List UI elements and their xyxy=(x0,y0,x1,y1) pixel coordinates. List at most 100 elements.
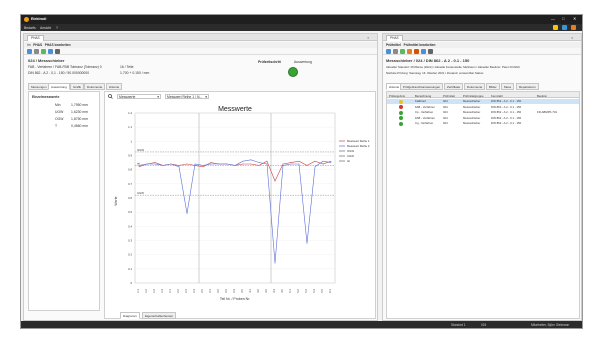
kennwert-value: 1,6230 mm xyxy=(71,110,88,114)
kennwert-value: 1,8750 mm xyxy=(71,117,88,121)
tab-historie[interactable]: Historie xyxy=(106,83,123,90)
column-header[interactable]: Kennzahl xyxy=(491,94,503,98)
edit-icon[interactable] xyxy=(48,49,53,54)
line-chart: Messwerte Teil Nr. / Proben Nr. Werte OG… xyxy=(114,106,370,301)
phas-pane: PHAS ✕ Im PHAS PHAS bearbeiten 024 / Mes… xyxy=(23,33,378,321)
close-button[interactable]: ✕ xyxy=(573,16,576,21)
save-icon[interactable] xyxy=(386,49,391,54)
tab-eigenschaftenfenster[interactable]: Eigenschaftenfenster xyxy=(142,312,177,319)
undo-icon[interactable] xyxy=(393,49,398,54)
search-icon[interactable] xyxy=(108,94,113,99)
table-cell: Messschieber xyxy=(463,104,481,109)
tab-pruefmittel[interactable]: PHAS xyxy=(386,35,403,41)
y-tick-label: 0.2 xyxy=(128,253,132,257)
data-point xyxy=(162,165,164,166)
table-cell: Messschieber xyxy=(463,110,481,114)
kennwert-label: T xyxy=(55,124,58,128)
breadcrumb-item[interactable]: Prüfmittel bearbeiten xyxy=(404,43,436,47)
data-point xyxy=(202,165,204,166)
chart-bottom-tabs: Diagramm Eigenschaftenfenster xyxy=(120,312,220,319)
add-icon[interactable] xyxy=(400,49,405,54)
data-point xyxy=(258,162,260,163)
minimize-button[interactable]: — xyxy=(551,16,555,21)
table-cell: 024 xyxy=(443,121,448,125)
table-row[interactable]: Kalibriert 024 Messschieber DIN 862 - A 2 -… xyxy=(387,99,579,104)
x-tick-label: 2.2 xyxy=(177,289,180,293)
page-title: 024 / Messschieber xyxy=(28,58,65,63)
tab-dokumente[interactable]: Dokumente xyxy=(84,83,106,90)
undo-icon[interactable] xyxy=(34,49,39,54)
menu-item-help[interactable]: ? xyxy=(56,26,58,30)
menu-bar: Bedarfs Ansicht ? xyxy=(21,24,582,31)
x-tick-label: 1.2 xyxy=(145,289,148,293)
tab-diagramm[interactable]: Diagramm xyxy=(120,312,140,319)
print-icon[interactable] xyxy=(55,49,60,54)
tab-auswertung[interactable]: Auswertung xyxy=(48,83,70,90)
pane-close-icon[interactable]: ✕ xyxy=(367,36,370,40)
column-header[interactable]: Bezeichnung xyxy=(415,94,431,98)
tool-icon[interactable] xyxy=(407,49,412,54)
tolerance-spec: 1.700 + 0.150 / mm xyxy=(120,71,150,75)
print-icon[interactable] xyxy=(428,49,433,54)
breadcrumb-item[interactable]: PHAS xyxy=(33,43,42,47)
data-point xyxy=(138,166,140,168)
column-header[interactable]: Prüfmittelgruppe xyxy=(463,94,484,98)
x-tick-label: 3.1 xyxy=(209,289,212,293)
tab-zertifikate[interactable]: Zertifikate xyxy=(444,83,464,90)
user-icon[interactable] xyxy=(562,25,567,30)
tab-grafik[interactable]: Grafik xyxy=(70,83,85,90)
history-grid: Prüfergebnis Bezeichnung Prüfmittel Prüf… xyxy=(386,91,580,319)
data-point xyxy=(330,160,332,162)
gauge-spec: DIN 862 - A 2 - 0,1 - 150 / 50.000000000 xyxy=(28,71,90,75)
chart-type-select[interactable]: Messwerte ▾ xyxy=(117,94,161,99)
x-tick-label: 4.2 xyxy=(257,289,260,293)
tab-mess[interactable]: Mess xyxy=(501,83,515,90)
breadcrumb-item[interactable]: Prüfmittel xyxy=(386,43,401,47)
right-tab-strip: PHAS ✕ xyxy=(383,34,581,41)
table-row[interactable]: FAB - Verfahren 024 Messschieber DIN 862 - … xyxy=(387,105,579,110)
table-row[interactable]: FAB - Verfahren 024 Messschieber DIN 862 - … xyxy=(387,116,579,121)
y-axis-label: Werte xyxy=(114,196,118,205)
status-ok-icon xyxy=(288,67,298,77)
column-header[interactable]: Prüfmittel xyxy=(443,94,455,98)
tab-messungen[interactable]: Messungen xyxy=(28,83,50,90)
status-green-icon xyxy=(399,121,403,126)
breadcrumb-item[interactable]: PHAS bearbeiten xyxy=(45,43,71,47)
y-tick-label: 0.7 xyxy=(128,182,132,186)
series-select[interactable]: Messwert Reihe 1 / N... ▾ xyxy=(165,94,209,99)
table-cell: Cg - Verfahren xyxy=(415,121,434,125)
edit-icon[interactable] xyxy=(421,49,426,54)
menu-item-ansicht[interactable]: Ansicht xyxy=(40,26,51,30)
tab-reparaturen[interactable]: Reparaturen xyxy=(516,83,539,90)
table-row[interactable]: Cp - Verfahren 024 Messschieber DIN 862 - A… xyxy=(387,110,579,115)
column-header[interactable]: Besitzer xyxy=(537,94,547,98)
menu-item-bedarfs[interactable]: Bedarfs xyxy=(24,26,36,30)
save-icon[interactable] xyxy=(27,49,32,54)
maximize-button[interactable]: □ xyxy=(562,16,564,21)
data-point xyxy=(202,166,204,168)
legend-label: OGW xyxy=(347,149,354,153)
pane-close-icon[interactable]: ✕ xyxy=(571,36,574,40)
kennwerte-panel: Einzelmesswerte Min 1,7950 mm UGW 1,6230… xyxy=(28,91,100,311)
tab-bilder[interactable]: Bilder xyxy=(486,83,500,90)
notification-icon[interactable] xyxy=(553,25,558,30)
tab-phas[interactable]: PHAS xyxy=(27,35,44,41)
tab-dokumente[interactable]: Dokumente xyxy=(464,83,486,90)
column-header[interactable]: Prüfergebnis xyxy=(389,94,405,98)
data-point xyxy=(314,160,316,162)
x-tick-label: 3.4 xyxy=(233,289,236,293)
kennwert-label: OGW xyxy=(55,117,64,121)
table-row[interactable]: Cg - Verfahren 024 Messschieber DIN 862 - A… xyxy=(387,121,579,126)
data-point xyxy=(290,163,292,165)
add-icon[interactable] xyxy=(41,49,46,54)
app-logo-icon xyxy=(24,17,29,22)
filter-icon[interactable] xyxy=(414,49,419,54)
data-point xyxy=(306,165,308,166)
settings-icon[interactable] xyxy=(571,25,576,30)
x-tick-label: 3.3 xyxy=(225,289,228,293)
x-tick-label: 4.1 xyxy=(249,289,252,293)
tab-pruefgebrauchsanweisungen[interactable]: Prüfgebrauchsanweisungen xyxy=(400,83,444,90)
breadcrumb-item[interactable]: Im xyxy=(27,43,31,47)
data-point xyxy=(306,242,308,244)
table-cell: Messschieber xyxy=(463,99,481,103)
